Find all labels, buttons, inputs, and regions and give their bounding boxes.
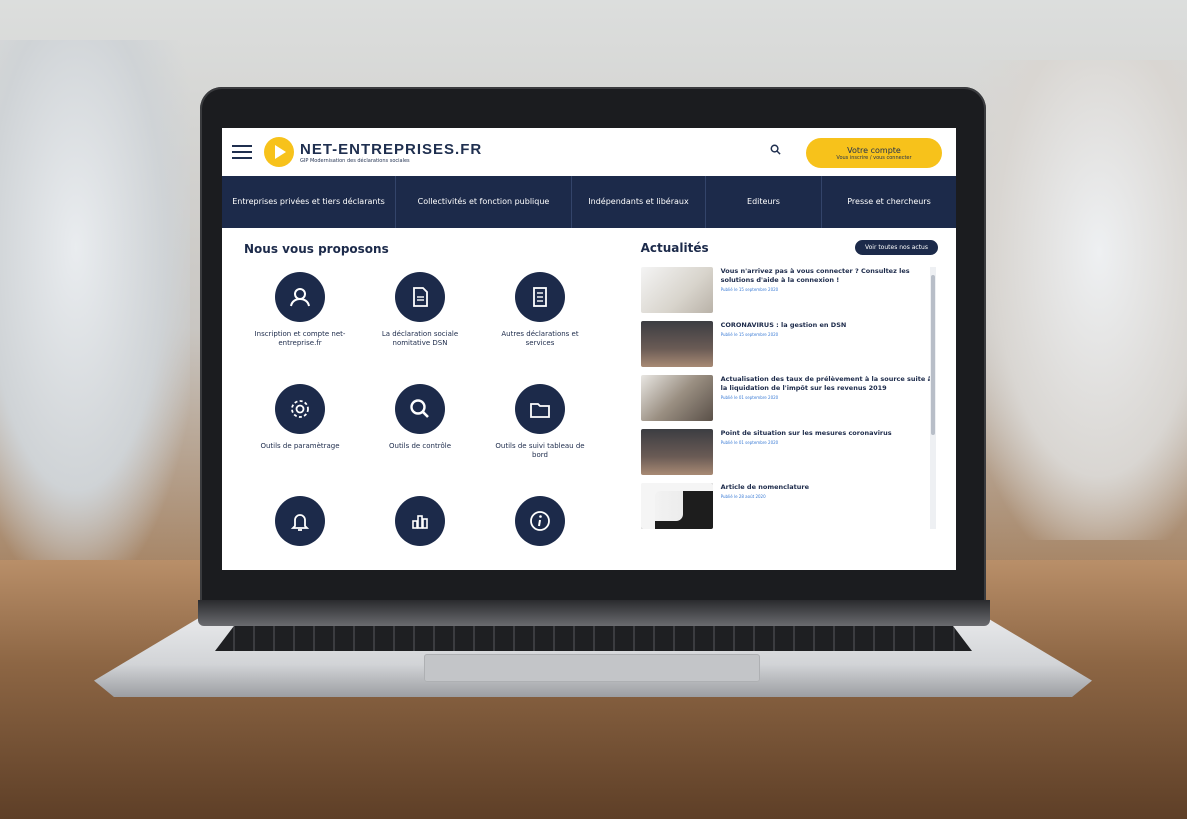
news-thumbnail xyxy=(640,267,713,313)
tile-dsn[interactable]: La déclaration sociale nomitative DSN xyxy=(364,272,476,384)
nav-item-independants[interactable]: Indépendants et libéraux xyxy=(572,176,706,228)
news-item-date: Publié le 01 septembre 2020 xyxy=(720,394,779,400)
tile-notifications[interactable] xyxy=(244,496,356,570)
account-title: Votre compte xyxy=(847,145,901,155)
nav-item-editeurs[interactable]: Editeurs xyxy=(706,176,822,228)
tile-label: Autres déclarations et services xyxy=(501,330,579,348)
news-item-title: CORONAVIRUS : la gestion en DSN xyxy=(720,321,847,329)
bell-icon xyxy=(275,496,325,546)
news-item[interactable]: Point de situation sur les mesures coron… xyxy=(640,429,938,483)
main-nav: Entreprises privées et tiers déclarants … xyxy=(222,176,956,228)
document-lines-icon xyxy=(515,272,565,322)
tile-autres[interactable]: Autres déclarations et services xyxy=(484,272,596,384)
document-icon xyxy=(395,272,445,322)
see-all-news-button[interactable]: Voir toutes nos actus xyxy=(854,240,938,255)
news-section: Actualités Voir toutes nos actus Vous n'… xyxy=(640,240,938,570)
site-header: NET-ENTREPRISES.FR GIP Modernisation des… xyxy=(222,128,956,176)
news-item-date: Publié le 28 août 2020 xyxy=(720,493,766,499)
tile-suivi[interactable]: Outils de suivi tableau de bord xyxy=(484,384,596,496)
news-item-date: Publié le 15 septembre 2020 xyxy=(720,286,779,292)
bar-chart-icon xyxy=(395,496,445,546)
tile-label: Outils de suivi tableau de bord xyxy=(495,442,585,460)
news-thumbnail xyxy=(640,483,713,529)
tile-label: Inscription et compte net-entreprise.fr xyxy=(254,330,346,348)
menu-icon[interactable] xyxy=(232,145,252,159)
news-item-date: Publié le 01 septembre 2020 xyxy=(720,439,779,445)
info-icon xyxy=(515,496,565,546)
tile-label: Outils de paramètrage xyxy=(260,442,340,450)
news-item-title: Actualisation des taux de prélèvement à … xyxy=(720,375,932,392)
services-section: Nous vous proposons Inscription et compt… xyxy=(244,240,631,570)
tile-inscription[interactable]: Inscription et compte net-entreprise.fr xyxy=(244,272,356,384)
news-list: Vous n'arrivez pas à vous connecter ? Co… xyxy=(640,267,938,537)
news-scrollbar[interactable] xyxy=(930,267,936,529)
tile-information[interactable] xyxy=(484,496,596,570)
background-blur-left xyxy=(0,40,190,560)
laptop-trackpad xyxy=(424,654,760,682)
logo-name: NET-ENTREPRISES.FR xyxy=(300,140,483,158)
news-thumbnail xyxy=(640,429,713,475)
account-button[interactable]: Votre compte Vous inscrire / vous connec… xyxy=(806,138,942,168)
nav-item-collectivites[interactable]: Collectivités et fonction publique xyxy=(396,176,572,228)
tile-statistiques[interactable] xyxy=(364,496,476,570)
news-item-title: Article de nomenclature xyxy=(720,483,809,491)
tile-parametrage[interactable]: Outils de paramètrage xyxy=(244,384,356,496)
folder-icon xyxy=(515,384,565,434)
tile-label: La déclaration sociale nomitative DSN xyxy=(381,330,459,348)
gear-icon xyxy=(275,384,325,434)
news-item[interactable]: Article de nomenclature Publié le 28 août… xyxy=(640,483,938,537)
logo-subtitle: GIP Modernisation des déclarations socia… xyxy=(300,157,410,164)
background-blur-right xyxy=(967,60,1187,540)
news-item-date: Publié le 15 septembre 2020 xyxy=(720,331,779,337)
site-logo[interactable]: NET-ENTREPRISES.FR GIP Modernisation des… xyxy=(300,141,482,164)
tile-controle[interactable]: Outils de contrôle xyxy=(364,384,476,496)
account-subtitle: Vous inscrire / vous connecter xyxy=(836,154,912,161)
news-item[interactable]: Actualisation des taux de prélèvement à … xyxy=(640,375,938,429)
scrollbar-thumb[interactable] xyxy=(931,275,935,435)
news-item-title: Vous n'arrivez pas à vous connecter ? Co… xyxy=(720,267,910,284)
search-icon[interactable] xyxy=(770,144,781,158)
services-title: Nous vous proposons xyxy=(244,242,389,256)
nav-item-presse[interactable]: Presse et chercheurs xyxy=(822,176,956,228)
laptop-screen: NET-ENTREPRISES.FR GIP Modernisation des… xyxy=(222,128,956,570)
news-item[interactable]: Vous n'arrivez pas à vous connecter ? Co… xyxy=(640,267,938,321)
laptop-hinge xyxy=(198,600,990,626)
news-title: Actualités xyxy=(640,240,709,255)
search-icon xyxy=(395,384,445,434)
news-thumbnail xyxy=(640,375,713,421)
news-item-title: Point de situation sur les mesures coron… xyxy=(720,429,892,437)
news-thumbnail xyxy=(640,321,713,367)
user-icon xyxy=(275,272,325,322)
tile-label: Outils de contrôle xyxy=(389,442,451,450)
news-item[interactable]: CORONAVIRUS : la gestion en DSN Publié le… xyxy=(640,321,938,375)
nav-item-entreprises[interactable]: Entreprises privées et tiers déclarants xyxy=(222,176,396,228)
logo-play-icon[interactable] xyxy=(264,137,294,167)
